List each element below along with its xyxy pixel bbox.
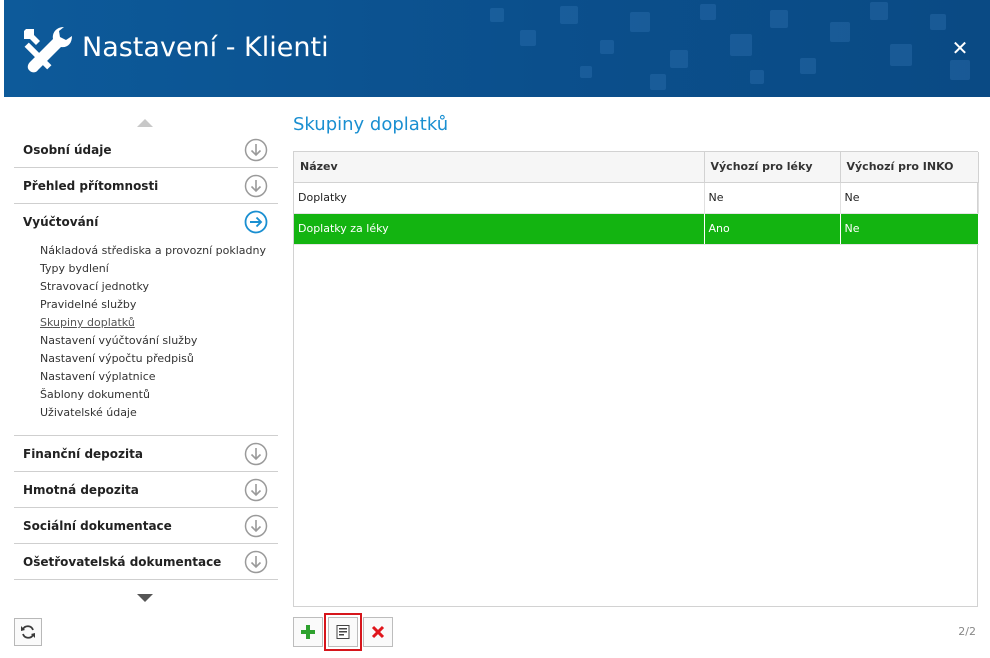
sidebar-section-osobni-udaje[interactable]: Osobní údaje [14, 132, 278, 168]
refresh-icon [21, 625, 35, 639]
edit-button[interactable] [324, 613, 362, 651]
sidebar-subitem[interactable]: Nákladová střediska a provozní pokladny [40, 242, 270, 260]
scroll-down-arrow[interactable] [14, 594, 278, 608]
arrow-down-circle-icon[interactable] [244, 514, 268, 538]
sidebar-section-label: Finanční depozita [23, 447, 143, 461]
tools-icon [24, 27, 72, 73]
sidebar-subitem[interactable]: Šablony dokumentů [40, 386, 270, 404]
sidebar-subitem[interactable]: Nastavení výplatnice [40, 368, 270, 386]
delete-button[interactable] [363, 617, 393, 647]
column-header-nazev[interactable]: Název [294, 152, 705, 183]
column-header-vychozi-leky[interactable]: Výchozí pro léky [704, 152, 841, 183]
table-cell[interactable]: Doplatky [294, 182, 705, 214]
sidebar-section-label: Vyúčtování [23, 215, 99, 229]
pager: 2/2 [958, 625, 976, 638]
sidebar-subitem[interactable]: Pravidelné služby [40, 296, 270, 314]
table-cell[interactable]: Ne [840, 213, 979, 245]
sidebar-subitem[interactable]: Nastavení výpočtu předpisů [40, 350, 270, 368]
sidebar: Osobní údaje Přehled přítomnosti Vyúčtov… [14, 113, 278, 603]
sidebar-subitem-active[interactable]: Skupiny doplatků [40, 314, 270, 332]
table-cell[interactable]: Doplatky za léky [294, 213, 705, 245]
table-cell[interactable]: Ne [840, 182, 979, 214]
arrow-down-circle-icon[interactable] [244, 138, 268, 162]
arrow-down-circle-icon[interactable] [244, 478, 268, 502]
arrow-right-circle-icon[interactable] [244, 210, 268, 234]
sidebar-subitem[interactable]: Nastavení vyúčtování služby [40, 332, 270, 350]
table-cell[interactable]: Ne [704, 182, 841, 214]
arrow-down-circle-icon[interactable] [244, 442, 268, 466]
column-header-vychozi-inko[interactable]: Výchozí pro INKO [840, 152, 979, 183]
window-title: Nastavení - Klienti [82, 32, 329, 63]
sidebar-subitem[interactable]: Typy bydlení [40, 260, 270, 278]
refresh-button[interactable] [14, 618, 42, 646]
sidebar-section-label: Ošetřovatelská dokumentace [23, 555, 222, 569]
sidebar-section-osetrovatelska-dokumentace[interactable]: Ošetřovatelská dokumentace [14, 544, 278, 580]
page-title: Skupiny doplatků [293, 114, 449, 135]
sidebar-subitems: Nákladová střediska a provozní pokladny … [40, 242, 270, 422]
table-row[interactable]: Doplatky Ne Ne [294, 182, 979, 214]
edit-document-icon [336, 625, 350, 639]
table-row-selected[interactable]: Doplatky za léky Ano Ne [294, 213, 979, 245]
titlebar-pattern [490, 2, 970, 90]
sidebar-subitem[interactable]: Uživatelské údaje [40, 404, 270, 422]
sidebar-section-financni-depozita[interactable]: Finanční depozita [14, 436, 278, 472]
triangle-down-icon [137, 594, 153, 602]
sidebar-section-socialni-dokumentace[interactable]: Sociální dokumentace [14, 508, 278, 544]
close-icon[interactable]: ✕ [950, 38, 970, 58]
sidebar-subitem[interactable]: Stravovací jednotky [40, 278, 270, 296]
table-cell[interactable]: Ano [704, 213, 841, 245]
plus-icon [301, 625, 315, 639]
sidebar-section-label: Osobní údaje [23, 143, 112, 157]
sidebar-section-vyuctovani[interactable]: Vyúčtování [14, 204, 278, 240]
arrow-down-circle-icon[interactable] [244, 550, 268, 574]
data-table: Název Výchozí pro léky Výchozí pro INKO … [294, 152, 979, 245]
sidebar-section-prehled-pritomnosti[interactable]: Přehled přítomnosti [14, 168, 278, 204]
scroll-up-arrow[interactable] [14, 119, 278, 133]
sidebar-section-label: Sociální dokumentace [23, 519, 172, 533]
delete-x-icon [371, 625, 385, 639]
sidebar-section-hmotna-depozita[interactable]: Hmotná depozita [14, 472, 278, 508]
add-button[interactable] [293, 617, 323, 647]
table-header-row: Název Výchozí pro léky Výchozí pro INKO [294, 152, 979, 183]
window-titlebar: Nastavení - Klienti ✕ [4, 0, 990, 97]
data-grid: Název Výchozí pro léky Výchozí pro INKO … [293, 151, 979, 607]
arrow-down-circle-icon[interactable] [244, 174, 268, 198]
triangle-up-icon [137, 119, 153, 127]
sidebar-section-label: Přehled přítomnosti [23, 179, 159, 193]
sidebar-section-label: Hmotná depozita [23, 483, 139, 497]
